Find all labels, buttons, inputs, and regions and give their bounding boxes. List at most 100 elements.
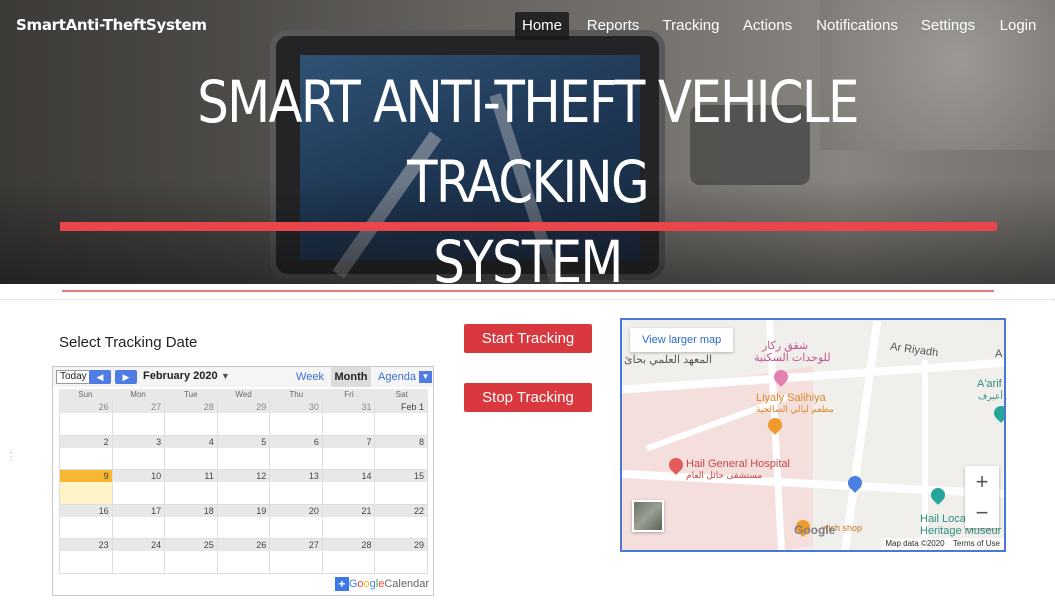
calendar-day-cell[interactable]: 20	[270, 504, 323, 539]
view-agenda-tab[interactable]: Agenda	[375, 367, 419, 387]
map-data-credit: Map data ©2020	[885, 539, 945, 548]
google-map-embed[interactable]: View larger map شقق ركار للوحدات السكنية…	[620, 318, 1006, 552]
navbar: SmartAnti-TheftSystem Home Reports Track…	[0, 0, 1055, 54]
day-number: 10	[112, 470, 165, 482]
calendar-day-cell[interactable]: 27	[112, 401, 166, 436]
day-number: 5	[217, 435, 270, 448]
calendar-month-label[interactable]: February 2020	[143, 370, 218, 382]
drag-handle-icon[interactable]: ⋮ ⋮	[6, 449, 16, 466]
day-number: 23	[60, 539, 112, 551]
day-number: 14	[322, 470, 375, 482]
calendar-day-cell[interactable]: 17	[112, 504, 166, 539]
weekday-label: Tue	[184, 390, 198, 399]
day-number: 26	[60, 401, 112, 413]
nav-actions[interactable]: Actions	[740, 12, 795, 40]
calendar-day-cell[interactable]: 29	[375, 539, 429, 574]
calendar-day-cell[interactable]: 22	[375, 504, 429, 539]
day-number: 30	[270, 401, 322, 413]
calendar-week-row: 23 24 25 26 27 28 29	[59, 539, 429, 574]
calendar-day-cell[interactable]: 23	[59, 539, 113, 574]
calendar-day-cell[interactable]: 10	[112, 470, 166, 505]
calendar-day-cell[interactable]: 3	[112, 435, 166, 470]
calendar-day-cell[interactable]: 26	[217, 539, 271, 574]
day-number: 29	[375, 539, 428, 551]
day-number: 19	[217, 504, 270, 517]
calendar-day-cell[interactable]: 30	[270, 401, 323, 436]
nav-settings[interactable]: Settings	[918, 12, 978, 40]
page: SmartAnti-TheftSystem Home Reports Track…	[0, 0, 1055, 616]
calendar-day-cell-today[interactable]: 9	[59, 470, 113, 505]
day-number: 6	[270, 435, 322, 448]
calendar-day-cell[interactable]: 21	[322, 504, 376, 539]
next-month-button[interactable]: ▶	[115, 370, 137, 384]
calendar-day-cell[interactable]: 31	[322, 401, 376, 436]
calendar-day-cell[interactable]: 19	[217, 504, 271, 539]
calendar-product-label: Calendar	[384, 578, 429, 590]
calendar-day-cell[interactable]: 4	[165, 435, 218, 470]
view-larger-map-link[interactable]: View larger map	[630, 328, 734, 352]
calendar-day-cell[interactable]: 25	[165, 539, 218, 574]
calendar-day-cell[interactable]: 8	[375, 435, 429, 470]
weekday-label: Wed	[235, 390, 252, 399]
weekday-label: Thu	[289, 390, 304, 399]
calendar-day-cell[interactable]: Feb 1	[375, 401, 429, 436]
calendar-day-cell[interactable]: 12	[217, 470, 271, 505]
calendar-day-cell[interactable]: 15	[375, 470, 429, 505]
calendar-week-row: 16 17 18 19 20 21 22	[59, 504, 429, 539]
nav-login[interactable]: Login	[996, 12, 1040, 40]
day-number: 13	[270, 470, 322, 482]
map-street-label: Ar Riyadh	[889, 340, 939, 360]
calendar-day-cell[interactable]: 24	[112, 539, 166, 574]
calendar-day-cell[interactable]: 16	[59, 504, 113, 539]
zoom-in-button[interactable]: +	[965, 466, 999, 497]
nav-home[interactable]: Home	[515, 12, 569, 40]
satellite-view-toggle[interactable]	[632, 500, 664, 532]
map-street-label: A	[995, 348, 1003, 360]
prev-month-button[interactable]: ◀	[89, 370, 111, 384]
nav-notifications[interactable]: Notifications	[813, 12, 901, 40]
chevron-down-icon[interactable]: ▼	[419, 371, 432, 383]
calendar-day-cell[interactable]: 27	[270, 539, 323, 574]
calendar-day-cell[interactable]: 11	[165, 470, 218, 505]
calendar-day-cell[interactable]: 28	[165, 401, 218, 436]
plus-icon: +	[334, 577, 349, 591]
dotted-divider	[0, 299, 1055, 300]
stop-tracking-button[interactable]: Stop Tracking	[464, 383, 592, 412]
calendar-day-cell[interactable]: 28	[322, 539, 376, 574]
calendar-toolbar: Today ◀ ▶ February 2020 ▼ Week Month Age…	[53, 367, 433, 387]
calendar-day-cell[interactable]: 14	[322, 470, 376, 505]
calendar-day-cell[interactable]: 18	[165, 504, 218, 539]
day-number: 4	[165, 435, 217, 448]
day-number: 3	[112, 435, 165, 448]
map-poi-label: أعيرف	[978, 391, 1003, 401]
calendar-day-cell[interactable]: 29	[217, 401, 271, 436]
today-button[interactable]: Today	[56, 370, 91, 384]
day-number: 8	[375, 435, 428, 448]
calendar-day-cell[interactable]: 6	[270, 435, 323, 470]
google-logo: Google	[794, 523, 836, 537]
brand-logo[interactable]: SmartAnti-TheftSystem	[16, 16, 207, 34]
calendar-day-cell[interactable]: 26	[59, 401, 113, 436]
calendar-day-cell[interactable]: 5	[217, 435, 271, 470]
view-month-tab[interactable]: Month	[331, 367, 371, 387]
map-poi-label: مستشفى حائل العام	[686, 470, 763, 480]
map-poi-label: مطعم ليالي الصالحية	[756, 404, 834, 414]
view-week-tab[interactable]: Week	[293, 367, 327, 387]
calendar-day-cell[interactable]: 7	[322, 435, 376, 470]
day-number: 28	[165, 401, 217, 413]
map-poi-label: للوحدات السكنية	[754, 352, 831, 364]
add-to-google-calendar-button[interactable]: + GoogleCalendar	[334, 577, 429, 591]
zoom-out-button[interactable]: −	[965, 497, 999, 528]
terms-of-use-link[interactable]: Terms of Use	[953, 539, 1000, 548]
museum-pin-icon[interactable]	[991, 403, 1004, 423]
day-number: 25	[165, 539, 217, 551]
calendar-day-cell[interactable]: 13	[270, 470, 323, 505]
map-attribution: Map data ©2020 Terms of Use	[881, 538, 1004, 550]
nav-tracking[interactable]: Tracking	[660, 12, 722, 40]
day-number: 16	[60, 504, 112, 517]
start-tracking-button[interactable]: Start Tracking	[464, 324, 592, 353]
chevron-down-icon[interactable]: ▼	[221, 371, 230, 381]
day-number: 24	[112, 539, 165, 551]
nav-reports[interactable]: Reports	[584, 12, 642, 40]
calendar-day-cell[interactable]: 2	[59, 435, 113, 470]
